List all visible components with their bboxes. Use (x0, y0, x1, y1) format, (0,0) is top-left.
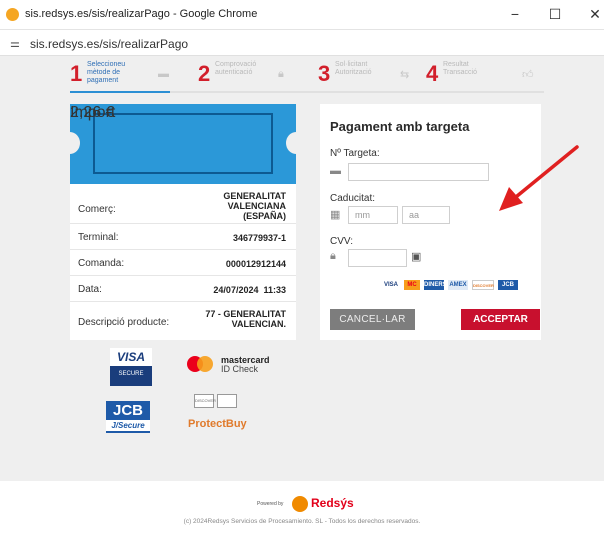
detail-value: 346779937-1 (232, 233, 286, 243)
jsecure-text: J/Secure (106, 420, 150, 431)
step-label: Sol·licitant Autorització (335, 61, 372, 76)
expiry-label: Caducitat: (330, 193, 376, 204)
detail-key: Data: (78, 284, 102, 295)
detail-row-description: Descripció producte: 77 - GENERALITAT VA… (70, 302, 296, 340)
id-check-text: ID Check (221, 364, 259, 374)
detail-key: Terminal: (78, 232, 119, 243)
thumbs-up-icon: 👍︎ (522, 69, 534, 81)
panel-title: Pagament amb targeta (330, 119, 470, 134)
accepted-cards-logos: VISA MC DINERS AMEX DISCOVER JCB (382, 280, 530, 292)
detail-value: GENERALITAT VALENCIANA (ESPAÑA) (223, 191, 286, 221)
step-1: 1 Seleccioneu mètode de pagament ▬ (70, 60, 186, 88)
accept-button[interactable]: ACCEPTAR (461, 309, 540, 330)
detail-value: 24/07/2024 11:33 (213, 285, 286, 295)
discover-logo: DISCOVER (194, 394, 238, 408)
progress-steps: 1 Seleccioneu mètode de pagament ▬ 2 Com… (70, 60, 544, 88)
copyright-text: (c) 2024Redsys Servicios de Procesamient… (183, 518, 421, 525)
detail-value: 77 - GENERALITAT VALENCIAN. (205, 309, 286, 329)
site-settings-icon[interactable]: ⚌ (10, 37, 20, 50)
card-payment-panel: Pagament amb targeta Nº Targeta: ▬ Caduc… (320, 104, 541, 340)
powered-by-text: Powered by (257, 501, 284, 507)
transfer-icon: ⇆ (400, 69, 410, 81)
transaction-details: Comerç: GENERALITAT VALENCIANA (ESPAÑA) … (70, 184, 296, 340)
step-number: 4 (426, 61, 439, 86)
visa-card-icon: VISA (383, 282, 398, 288)
visa-logo-text: VISA (110, 348, 152, 366)
detail-value: 000012912144 (225, 259, 286, 269)
maximize-button[interactable]: ☐ (540, 3, 570, 25)
cvv-label: CVV: (330, 236, 353, 247)
lock-icon: 🔒︎ (330, 250, 336, 262)
cvv-help-icon[interactable]: ▣ (411, 250, 421, 263)
ticket-notch-right (286, 132, 306, 154)
step-number: 3 (318, 61, 331, 86)
page-footer: Powered by Redsýs (c) 2024Redsys Servici… (0, 481, 604, 535)
step-number: 1 (70, 61, 83, 86)
card-number-label: Nº Targeta: (330, 148, 380, 159)
cancel-button[interactable]: CANCEL·LAR (330, 309, 415, 330)
detail-row-merchant: Comerç: GENERALITAT VALENCIANA (ESPAÑA) (70, 184, 296, 224)
amex-card-icon: AMEX (448, 280, 468, 290)
redsys-logo-icon (292, 496, 308, 512)
arrow-head (499, 187, 523, 211)
detail-row-date: Data: 24/07/2024 11:33 (70, 276, 296, 302)
step-label: Seleccioneu mètode de pagament (87, 61, 126, 84)
discover-card-icon: DISCOVER (194, 394, 216, 408)
security-brand-logos: VISA SECURE mastercard ID Check JCB J/Se… (100, 346, 300, 446)
jcb-jsecure-logo: JCB J/Secure (106, 401, 150, 433)
detail-row-terminal: Terminal: 346779937-1 (70, 224, 296, 250)
cvv-input[interactable] (348, 249, 407, 267)
discover-card-icon: DISCOVER (472, 280, 494, 290)
close-button[interactable]: ✕ (580, 3, 604, 25)
chrome-icon (6, 8, 19, 21)
diners-card-icon: DINERS (424, 280, 447, 290)
visa-secure-logo: VISA SECURE (110, 348, 152, 386)
detail-key: Comanda: (78, 258, 125, 269)
redsys-brand: Redsýs (311, 496, 354, 510)
ticket-frame (93, 113, 273, 174)
step-label: Comprovació autenticació (215, 61, 257, 76)
protectbuy-logo: ProtectBuy (188, 418, 247, 430)
mastercard-id-check-logo: mastercard ID Check (185, 354, 275, 378)
step-3: 3 Sol·licitant Autorització ⇆ (318, 60, 434, 88)
steps-underline (70, 91, 544, 93)
step-2: 2 Comprovació autenticació 🔒︎ (198, 60, 314, 88)
card-icon: ▬ (330, 165, 341, 177)
url-text[interactable]: sis.redsys.es/sis/realizarPago (30, 37, 188, 51)
jcb-card-icon: JCB (498, 280, 518, 290)
jcb-text: JCB (112, 402, 143, 419)
card-icon: ▬ (158, 68, 169, 80)
mastercard-card-icon: MC (404, 280, 420, 290)
payment-page: 1 Seleccioneu mètode de pagament ▬ 2 Com… (0, 56, 604, 481)
diners-card-icon (217, 394, 237, 408)
arrow-shaft (509, 145, 579, 203)
expiry-month-input[interactable]: mm (348, 206, 398, 224)
step-label: Resultat Transacció (443, 61, 477, 76)
expiry-year-input[interactable]: aa (402, 206, 450, 224)
step-number: 2 (198, 61, 211, 86)
visa-secure-text: SECURE (118, 371, 144, 377)
annotation-arrow-icon (499, 145, 579, 211)
browser-titlebar: sis.redsys.es/sis/realizarPago - Google … (0, 0, 604, 30)
step-4: 4 Resultat Transacció 👍︎ (426, 60, 542, 88)
detail-row-order: Comanda: 000012912144 (70, 250, 296, 276)
detail-key: Comerç: (78, 204, 116, 215)
address-bar[interactable]: ⚌ sis.redsys.es/sis/realizarPago (0, 31, 604, 56)
minimize-button[interactable]: − (500, 3, 530, 25)
card-number-input[interactable] (348, 163, 489, 181)
mastercard-orange-circle (197, 356, 213, 372)
ticket-notch-left (60, 132, 80, 154)
window-title: sis.redsys.es/sis/realizarPago - Google … (25, 8, 258, 20)
detail-key: Descripció producte: (78, 317, 170, 328)
calendar-icon: ▦ (330, 209, 341, 221)
lock-icon: 🔒︎ (278, 68, 284, 80)
active-step-bar (70, 91, 170, 93)
amount-value: 2,26 € (70, 104, 115, 121)
